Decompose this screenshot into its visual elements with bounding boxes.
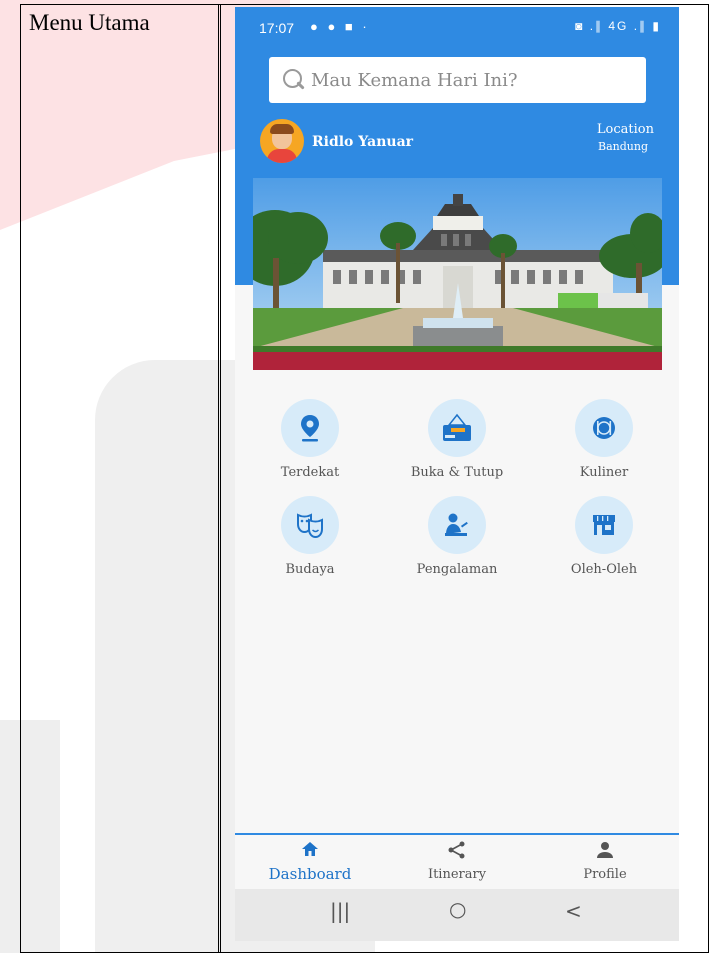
category-buka-tutup[interactable]: Buka & Tutup <box>397 399 517 480</box>
category-terdekat[interactable]: Terdekat <box>250 399 370 480</box>
category-label: Terdekat <box>280 465 340 480</box>
category-icon-circle <box>575 496 633 554</box>
plate-cutlery-icon <box>593 417 615 439</box>
status-time: 17:07 <box>259 20 295 36</box>
location-pin-icon <box>301 415 319 442</box>
share-icon <box>448 841 465 859</box>
system-navigation-bar: ||| ○ < <box>235 889 679 941</box>
nav-dashboard[interactable]: Dashboard <box>255 841 365 883</box>
store-icon <box>593 515 615 535</box>
category-label: Oleh-Oleh <box>570 562 638 577</box>
person-desk-icon <box>445 513 468 536</box>
avatar[interactable] <box>260 119 304 163</box>
nav-label: Profile <box>583 867 627 882</box>
category-label: Pengalaman <box>416 562 498 577</box>
open-closed-sign-icon <box>443 413 471 441</box>
category-budaya[interactable]: Budaya <box>250 496 370 577</box>
search-bar[interactable] <box>269 57 646 103</box>
theater-masks-icon <box>297 513 323 538</box>
search-input[interactable] <box>311 69 631 91</box>
category-pengalaman[interactable]: Pengalaman <box>397 496 517 577</box>
location-label[interactable]: Location <box>597 122 654 137</box>
status-signal-icons: ◙ .∥ 4G .∥ ▮ <box>575 19 661 33</box>
category-icon-circle <box>575 399 633 457</box>
category-label: Kuliner <box>579 465 629 480</box>
category-icon-circle <box>281 496 339 554</box>
nav-label: Dashboard <box>268 865 352 883</box>
home-icon <box>302 842 318 856</box>
search-icon <box>281 67 307 93</box>
table-divider-inner <box>220 4 221 953</box>
nav-profile[interactable]: Profile <box>550 841 660 882</box>
back-button[interactable]: < <box>565 899 582 923</box>
phone-screen: 17:07 ● ● ■ · ◙ .∥ 4G .∥ ▮ Ridlo Yanuar … <box>235 7 679 941</box>
avatar-hair <box>270 124 294 134</box>
nav-label: Itinerary <box>427 867 487 882</box>
home-button[interactable]: ○ <box>449 897 466 921</box>
banner-image[interactable] <box>253 178 662 370</box>
avatar-body <box>267 149 297 163</box>
person-icon <box>597 842 613 858</box>
nav-itinerary[interactable]: Itinerary <box>402 841 512 882</box>
category-icon-circle <box>428 496 486 554</box>
category-label: Budaya <box>285 562 335 577</box>
status-notification-icons: ● ● ■ · <box>310 19 370 34</box>
recents-button[interactable]: ||| <box>330 899 350 923</box>
category-icon-circle <box>281 399 339 457</box>
category-label: Buka & Tutup <box>410 465 504 480</box>
table-divider <box>218 4 219 953</box>
category-kuliner[interactable]: Kuliner <box>544 399 664 480</box>
location-city[interactable]: Bandung <box>598 140 648 153</box>
category-oleh-oleh[interactable]: Oleh-Oleh <box>544 496 664 577</box>
category-icon-circle <box>428 399 486 457</box>
status-bar: 17:07 ● ● ■ · ◙ .∥ 4G .∥ ▮ <box>235 7 679 49</box>
table-caption: Menu Utama <box>29 10 150 35</box>
user-name[interactable]: Ridlo Yanuar <box>312 134 413 150</box>
gedung-sate-illustration <box>253 178 662 370</box>
bottom-navigation: Dashboard Itinerary Profile <box>235 833 679 893</box>
